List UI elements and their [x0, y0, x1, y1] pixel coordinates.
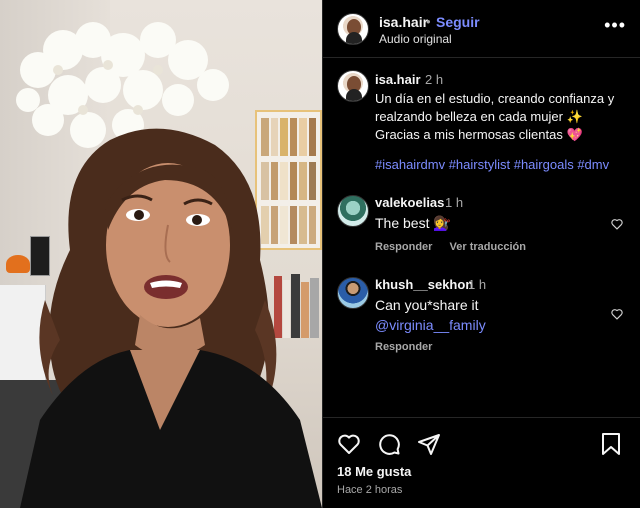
audio-label[interactable]: Audio original [379, 32, 452, 46]
caption-text: Un día en el estudio, creando confianza … [375, 91, 615, 142]
comment-time: 1 h [468, 277, 487, 292]
post-details-panel: isa.hair • Seguir Audio original ••• isa… [322, 0, 640, 508]
comment-username[interactable]: khush__sekhon [375, 277, 473, 292]
caption-username[interactable]: isa.hair [375, 72, 421, 87]
separator-dot: • [426, 14, 431, 29]
post-header: isa.hair • Seguir Audio original ••• [323, 0, 640, 58]
comment-text: Can you*share it @virginia__family [375, 295, 605, 335]
comment-actions: Responder Ver traducción [375, 241, 540, 253]
comment-actions: Responder [375, 341, 446, 353]
reply-button[interactable]: Responder [375, 341, 432, 353]
comment-icon[interactable] [377, 432, 401, 456]
action-bar [337, 432, 441, 456]
bookmark-button[interactable] [600, 432, 622, 456]
post-footer: 18 Me gusta Hace 2 horas [323, 417, 640, 508]
heart-icon[interactable] [610, 307, 624, 321]
post-timestamp[interactable]: Hace 2 horas [337, 484, 402, 496]
likes-count[interactable]: 18 Me gusta [337, 464, 411, 479]
post-media[interactable] [0, 0, 322, 508]
comment-username[interactable]: valekoelias [375, 195, 444, 210]
heart-icon[interactable] [337, 432, 361, 456]
reply-button[interactable]: Responder [375, 241, 432, 253]
avatar[interactable] [337, 195, 369, 227]
woman-speaking [20, 128, 322, 508]
author-username[interactable]: isa.hair [379, 14, 428, 30]
see-translation-button[interactable]: Ver traducción [450, 241, 526, 253]
heart-icon[interactable] [610, 217, 624, 231]
caption-hashtags[interactable]: #isahairdmv #hairstylist #hairgoals #dmv [375, 157, 635, 172]
comment-text-line: Can you*share it [375, 297, 479, 313]
avatar[interactable] [337, 13, 369, 45]
bookmark-icon[interactable] [600, 432, 622, 456]
comment-mention[interactable]: @virginia__family [375, 315, 605, 335]
more-horizontal-icon[interactable]: ••• [604, 16, 626, 34]
avatar[interactable] [337, 70, 369, 102]
share-icon[interactable] [417, 432, 441, 456]
comment-time: 1 h [445, 195, 464, 210]
follow-button[interactable]: Seguir [436, 14, 480, 30]
caption-time: 2 h [425, 72, 444, 87]
comment-text: The best 💇‍♀️ [375, 215, 451, 231]
avatar[interactable] [337, 277, 369, 309]
